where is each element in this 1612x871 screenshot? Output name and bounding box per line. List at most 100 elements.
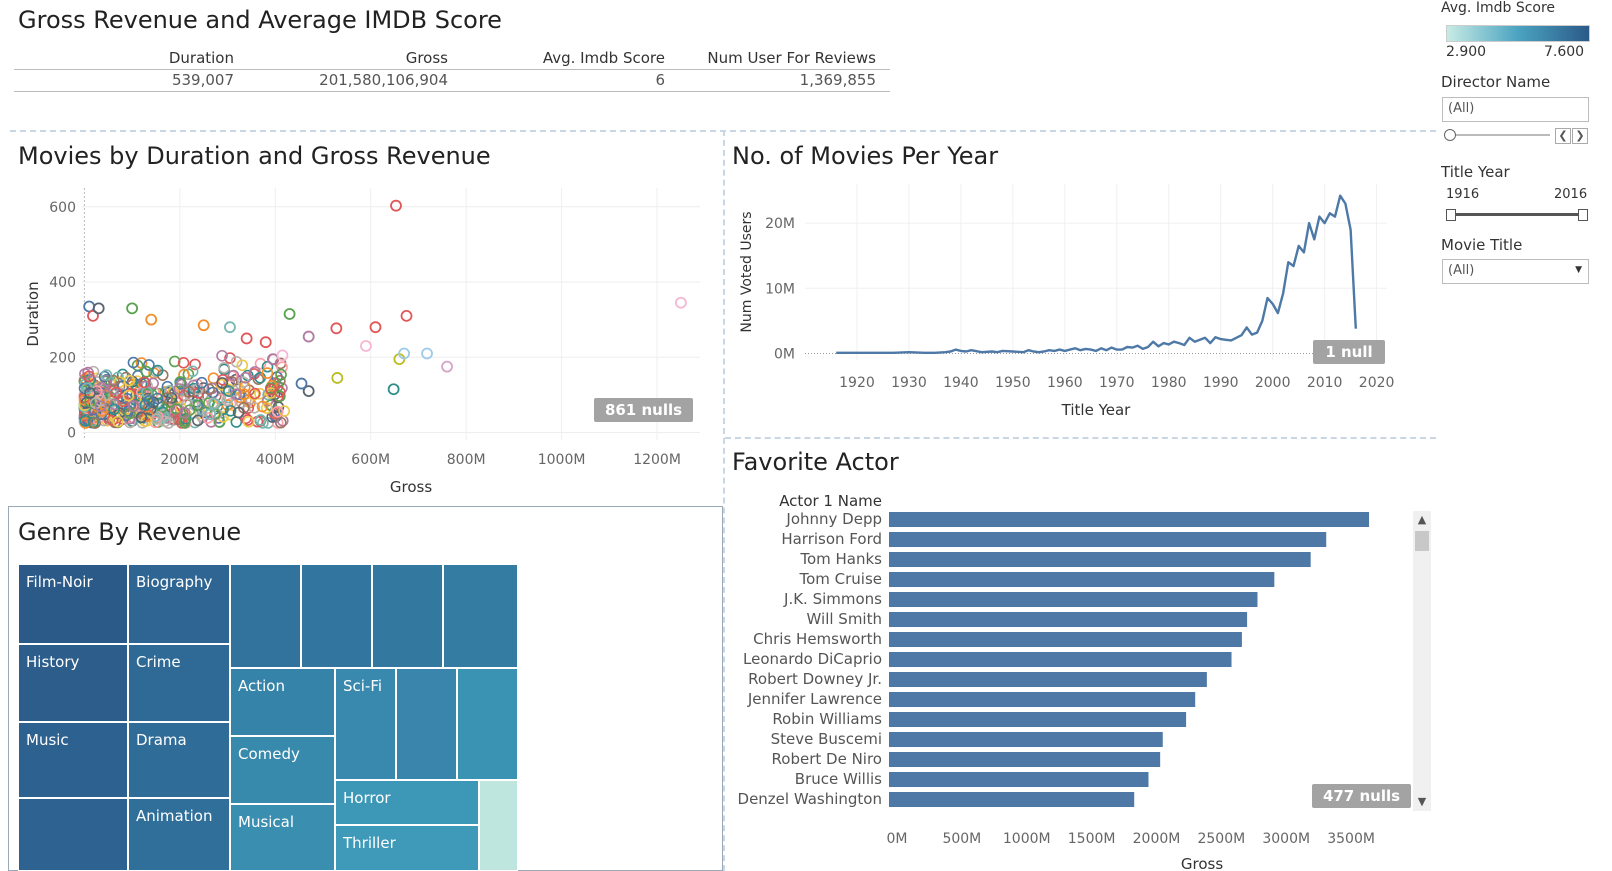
scatter-point — [197, 319, 210, 332]
scatter-x-tick: 800M — [447, 452, 486, 468]
treemap-cell — [457, 668, 518, 780]
scatter-point — [224, 321, 236, 334]
treemap-cell-label: Thriller — [343, 834, 396, 852]
year-filter-min: 1916 — [1446, 187, 1480, 202]
scatter-point — [387, 383, 400, 396]
scatter-point — [441, 360, 453, 373]
actor-name-label: Tom Cruise — [798, 570, 882, 588]
chevron-up-icon[interactable]: ▲ — [1413, 511, 1431, 529]
actor-name-label: Robert De Niro — [772, 750, 882, 768]
treemap-cell-label: Sci-Fi — [343, 677, 383, 695]
actor-null-badge-text: 477 nulls — [1323, 787, 1400, 805]
treemap-cell-label: Drama — [136, 731, 187, 749]
treemap-cell-label: Animation — [136, 807, 213, 825]
director-prev-button[interactable]: ❮ — [1555, 128, 1571, 144]
year-slider-min-handle[interactable] — [1446, 209, 1456, 221]
treemap-cell — [479, 780, 518, 871]
line-title: No. of Movies Per Year — [732, 142, 999, 170]
treemap-cell-label: Film-Noir — [26, 573, 93, 591]
actor-bar — [889, 572, 1275, 587]
treemap-cell: History — [18, 644, 128, 722]
scatter-chart: 0M 200M 400M 600M 800M 1000M 1200M 0 200 400 600 Gr… — [24, 188, 700, 496]
actor-bar — [889, 612, 1248, 627]
actor-scrollbar[interactable]: ▲ ▼ — [1413, 511, 1431, 811]
actor-x-tick: 1000M — [1003, 831, 1051, 847]
line-null-badge: 1 null — [1313, 340, 1385, 364]
actor-name-label: Bruce Willis — [795, 770, 882, 788]
actor-x-label: Gross — [1181, 855, 1223, 871]
scatter-point — [331, 372, 344, 384]
director-slider-handle[interactable] — [1444, 129, 1456, 141]
treemap-cell — [18, 798, 128, 871]
actor-name-label: Tom Hanks — [799, 550, 882, 568]
scatter-point — [240, 332, 253, 345]
scatter-point — [675, 296, 687, 309]
treemap-cell-label: Music — [26, 731, 69, 749]
chevron-down-icon[interactable]: ▼ — [1413, 793, 1431, 811]
scatter-null-badge: 861 nulls — [594, 398, 693, 422]
genre-treemap: Film-Noir Biography History Crime Music Drama… — [18, 564, 518, 871]
color-legend-ramp — [1446, 25, 1590, 42]
movie-filter-dropdown[interactable]: (All) ▼ — [1442, 259, 1589, 284]
actor-bar — [889, 512, 1370, 527]
actor-column-header: Actor 1 Name — [779, 492, 882, 510]
scatter-point — [302, 330, 315, 343]
scatter-point — [261, 367, 274, 379]
year-slider-track[interactable] — [1450, 213, 1582, 216]
treemap-cell: Comedy — [230, 736, 335, 804]
treemap-cell: Music — [18, 722, 128, 798]
movie-filter-label: Movie Title — [1441, 236, 1523, 254]
treemap-cell — [301, 564, 372, 668]
actor-bar — [889, 672, 1207, 687]
scatter-point — [83, 300, 96, 313]
actor-x-tick: 3500M — [1327, 831, 1375, 847]
scatter-y-tick: 0 — [67, 425, 76, 441]
treemap-cell: Action — [230, 668, 335, 736]
summary-divider — [14, 69, 890, 70]
summary-value-reviews: 1,369,855 — [799, 71, 876, 89]
scatter-point — [390, 199, 402, 212]
summary-header-duration: Duration — [168, 49, 234, 67]
director-slider-track[interactable] — [1450, 134, 1550, 136]
treemap-cell: Thriller — [335, 825, 479, 871]
scatter-y-tick: 600 — [49, 200, 76, 216]
actor-name-label: Harrison Ford — [781, 530, 882, 548]
actor-x-tick: 1500M — [1068, 831, 1116, 847]
scatter-point — [283, 308, 296, 320]
scatter-x-tick: 600M — [351, 452, 390, 468]
summary-value-imdb: 6 — [655, 71, 665, 89]
actor-bar — [889, 692, 1196, 707]
actor-bar — [889, 792, 1135, 807]
line-x-tick: 1950 — [995, 375, 1031, 391]
line-x-label: Title Year — [1061, 401, 1132, 419]
dashboard-title: Gross Revenue and Average IMDB Score — [18, 6, 502, 34]
color-legend-min: 2.900 — [1446, 44, 1487, 60]
scatter-y-label: Duration — [24, 281, 42, 346]
director-filter-input[interactable]: (All) — [1442, 97, 1589, 122]
actor-name-label: J.K. Simmons — [783, 590, 882, 608]
line-x-tick: 1970 — [1099, 375, 1135, 391]
scrollbar-thumb[interactable] — [1415, 531, 1429, 551]
year-slider-max-handle[interactable] — [1578, 209, 1588, 221]
line-series — [836, 194, 1357, 355]
treemap-cell-label: Horror — [343, 789, 391, 807]
summary-header-reviews: Num User For Reviews — [707, 49, 876, 67]
scatter-point — [259, 336, 272, 349]
summary-value-duration: 539,007 — [171, 71, 234, 89]
summary-value-gross: 201,580,106,904 — [319, 71, 448, 89]
actor-title: Favorite Actor — [732, 448, 899, 476]
actor-name-label: Robin Williams — [772, 710, 882, 728]
scatter-point — [230, 416, 243, 428]
scatter-point — [189, 358, 201, 371]
scatter-x-tick: 0M — [74, 452, 95, 468]
actor-bar — [889, 712, 1187, 727]
treemap-cell-label: Biography — [136, 573, 213, 591]
scatter-point — [295, 377, 308, 390]
treemap-cell: Animation — [128, 798, 230, 871]
director-next-button[interactable]: ❯ — [1572, 128, 1588, 144]
director-filter-label: Director Name — [1441, 73, 1551, 91]
treemap-cell: Sci-Fi — [335, 668, 396, 780]
summary-header-imdb: Avg. Imdb Score — [542, 49, 665, 67]
scatter-null-badge-text: 861 nulls — [605, 401, 682, 419]
line-x-tick: 2010 — [1307, 375, 1343, 391]
